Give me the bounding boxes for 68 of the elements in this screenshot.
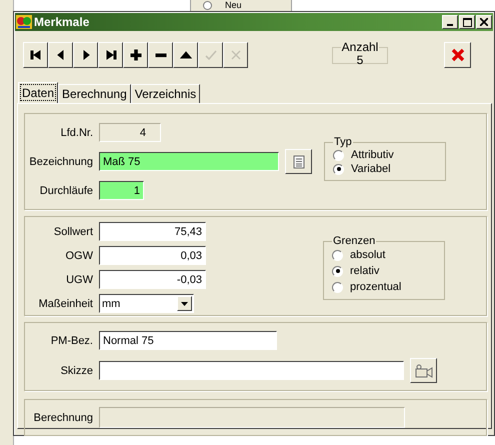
toolbar-button[interactable] <box>173 42 198 68</box>
last-record-icon <box>104 49 116 61</box>
field-label: Durchläufe <box>38 184 93 196</box>
radio-button[interactable] <box>332 250 343 260</box>
check-icon <box>204 49 216 61</box>
radio-label: prozentual <box>350 281 402 293</box>
first-record-icon <box>30 49 42 61</box>
window-title: Merkmale <box>34 15 90 29</box>
radio-label: Neu <box>225 0 242 10</box>
tab[interactable]: Berechnung <box>58 84 131 103</box>
field-label: Lfd.Nr. <box>60 126 93 138</box>
close-icon <box>480 18 488 26</box>
radio-button[interactable] <box>332 266 343 276</box>
delete-button[interactable] <box>444 42 471 68</box>
field-label: Sollwert <box>52 226 93 238</box>
minimize-button[interactable] <box>442 15 458 29</box>
toolbar-button[interactable] <box>123 42 148 68</box>
camera-button[interactable] <box>410 358 437 383</box>
radio-label: Attributiv <box>351 149 394 161</box>
count-value: 5 <box>356 53 364 67</box>
dropdown[interactable]: mm <box>99 294 194 313</box>
group-label: Typ <box>333 137 353 148</box>
tab[interactable]: Daten <box>18 82 58 103</box>
radio-button[interactable] <box>333 164 344 174</box>
notepad-icon <box>292 154 304 168</box>
plus-icon <box>130 49 142 61</box>
radio-button[interactable] <box>203 1 212 10</box>
tab[interactable]: Verzeichnis <box>130 84 200 103</box>
toolbar-button[interactable] <box>98 42 123 68</box>
maximize-icon <box>462 18 472 26</box>
field-label: PM-Bez. <box>50 334 93 346</box>
input-field[interactable]: 75,43 <box>99 222 206 241</box>
group-label: Grenzen <box>332 236 376 247</box>
app-icon <box>16 15 32 29</box>
dropdown-value: mm <box>102 296 120 310</box>
close-button[interactable] <box>476 15 492 29</box>
radio-label: Variabel <box>351 163 391 175</box>
toolbar-button[interactable] <box>23 42 48 68</box>
caret-icon <box>181 302 188 306</box>
toolbar-button[interactable] <box>73 42 98 68</box>
input-field[interactable] <box>99 361 404 380</box>
field-label: UGW <box>65 274 93 286</box>
radio-label: absolut <box>350 249 386 261</box>
toolbar-button[interactable] <box>148 42 173 68</box>
count-label: Anzahl <box>340 42 380 53</box>
toolbar-button[interactable] <box>48 42 73 68</box>
field-label: Maßeinheit <box>38 298 93 310</box>
input-field[interactable]: Normal 75 <box>99 331 277 350</box>
field-label: OGW <box>64 250 93 262</box>
radio-button[interactable] <box>333 150 344 160</box>
left-triangle-icon <box>54 49 66 61</box>
maximize-button[interactable] <box>459 15 475 29</box>
x-icon <box>230 49 242 61</box>
up-triangle-icon <box>180 49 192 61</box>
dropdown-button[interactable] <box>177 296 192 311</box>
field-label: Berechnung <box>32 412 93 424</box>
input-field[interactable]: Maß 75 <box>99 152 279 171</box>
radio-label: relativ <box>350 265 380 277</box>
notes-button[interactable] <box>285 149 312 174</box>
field-label: Bezeichnung <box>28 156 93 168</box>
input-field[interactable]: 1 <box>99 181 144 200</box>
input-field: 4 <box>99 123 161 142</box>
cross-icon <box>450 48 464 62</box>
input-field[interactable]: -0,03 <box>99 270 206 289</box>
input-field[interactable]: 0,03 <box>99 246 206 265</box>
field-label: Skizze <box>60 364 93 376</box>
camera-icon <box>414 364 432 378</box>
radio-button[interactable] <box>332 282 343 292</box>
